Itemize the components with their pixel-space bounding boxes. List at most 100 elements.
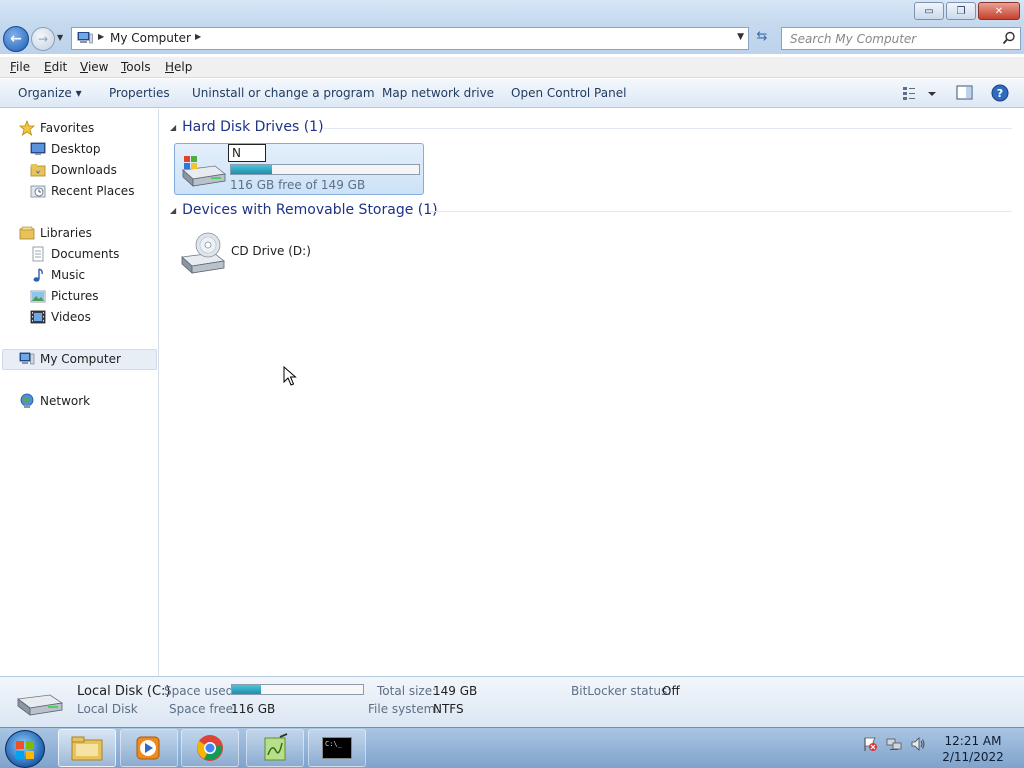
taskbar-media-player-button[interactable] (120, 729, 178, 767)
space-free-value: 116 GB (231, 702, 276, 716)
collapse-triangle-icon[interactable]: ◢ (170, 123, 176, 132)
media-player-icon (136, 736, 160, 760)
nav-item-music[interactable]: Music (30, 265, 85, 285)
collapse-triangle-icon[interactable]: ◢ (170, 206, 176, 215)
system-tray (862, 736, 926, 752)
taskbar-explorer-button[interactable] (58, 729, 116, 767)
taskbar: C:\_ 12:21 AM 2/11/2022 (0, 727, 1024, 768)
nav-item-documents[interactable]: Documents (30, 244, 119, 264)
network-icon (20, 393, 34, 408)
address-history-dropdown-icon[interactable]: ▼ (737, 32, 744, 42)
menu-file[interactable]: File (10, 60, 30, 74)
group-divider (322, 128, 1012, 129)
taskbar-notepadpp-button[interactable] (246, 729, 304, 767)
nav-item-my-computer[interactable]: My Computer (19, 349, 121, 369)
back-button[interactable]: ← (3, 26, 29, 52)
navigation-pane: Favorites Desktop Downloads Recent Place… (0, 109, 159, 676)
notepad-plus-plus-icon (264, 733, 288, 761)
command-bar: Organize ▾ Properties Uninstall or chang… (0, 79, 1024, 108)
total-size-label: Total size: (377, 684, 437, 698)
clock-time: 12:21 AM (944, 734, 1002, 748)
drive-usage-bar (230, 164, 420, 175)
content-pane: ◢ Hard Disk Drives (1) N 116 GB free of … (160, 109, 1024, 676)
close-button[interactable]: ✕ (978, 2, 1020, 20)
details-pane: Local Disk (C:) Local Disk Space used: S… (0, 676, 1024, 727)
folder-icon (71, 736, 103, 761)
nav-item-favorites[interactable]: Favorites (19, 118, 94, 138)
action-center-flag-icon[interactable] (862, 736, 878, 752)
documents-icon (32, 246, 44, 262)
libraries-icon (19, 226, 35, 240)
preview-pane-icon[interactable] (956, 85, 974, 101)
menu-edit[interactable]: Edit (44, 60, 67, 74)
refresh-icon[interactable]: ⇆ (751, 29, 773, 49)
breadcrumb-my-computer[interactable]: My Computer (110, 31, 191, 45)
star-icon (19, 120, 35, 136)
properties-button[interactable]: Properties (109, 86, 170, 100)
group-header-removable-storage[interactable]: ◢ Devices with Removable Storage (1) (170, 202, 438, 218)
space-free-label: Space free: (169, 702, 238, 716)
open-control-panel-button[interactable]: Open Control Panel (511, 86, 626, 100)
nav-item-libraries[interactable]: Libraries (19, 223, 92, 243)
start-button[interactable] (5, 730, 45, 768)
drive-tile-cd-drive-d[interactable]: CD Drive (D:) (174, 227, 424, 279)
mouse-cursor-icon (283, 366, 297, 386)
drive-rename-input[interactable]: N (228, 144, 266, 162)
breadcrumb-separator-icon[interactable]: ▶ (195, 32, 201, 41)
volume-icon[interactable] (910, 736, 926, 752)
hard-drive-icon (182, 156, 226, 187)
recent-places-icon (30, 185, 46, 198)
clock-date: 2/11/2022 (942, 750, 1004, 764)
bitlocker-value: Off (662, 684, 680, 698)
back-arrow-icon: ← (10, 31, 22, 47)
uninstall-program-button[interactable]: Uninstall or change a program (192, 86, 375, 100)
taskbar-chrome-button[interactable] (181, 729, 239, 767)
nav-item-desktop[interactable]: Desktop (30, 139, 101, 159)
breadcrumb-separator-icon[interactable]: ▶ (98, 32, 104, 41)
nav-item-network[interactable]: Network (19, 391, 90, 411)
drive-usage-fill (231, 165, 273, 174)
menu-bar: File Edit View Tools Help (0, 57, 1024, 78)
file-system-value: NTFS (433, 702, 464, 716)
cd-drive-label: CD Drive (D:) (231, 244, 311, 258)
menu-view[interactable]: View (80, 60, 108, 74)
organize-button[interactable]: Organize ▾ (18, 86, 82, 100)
address-bar[interactable]: ▶ My Computer ▶ ▼ (71, 27, 749, 50)
change-view-icon[interactable] (901, 85, 939, 101)
bitlocker-label: BitLocker status: (571, 684, 672, 698)
search-icon[interactable] (1002, 31, 1016, 45)
title-bar: ▭ ❐ ✕ (0, 0, 1024, 24)
maximize-button[interactable]: ❐ (946, 2, 976, 20)
minimize-button[interactable]: ▭ (914, 2, 944, 20)
nav-item-pictures[interactable]: Pictures (30, 286, 99, 306)
desktop-icon (30, 142, 46, 155)
videos-icon (30, 310, 46, 324)
map-network-drive-button[interactable]: Map network drive (382, 86, 494, 100)
window-controls: ▭ ❐ ✕ (914, 2, 1020, 20)
pictures-icon (30, 290, 46, 303)
menu-help[interactable]: Help (165, 60, 192, 74)
hard-drive-icon (16, 694, 64, 716)
total-size-value: 149 GB (433, 684, 478, 698)
menu-tools[interactable]: Tools (121, 60, 151, 74)
taskbar-cmd-button[interactable]: C:\_ (308, 729, 366, 767)
computer-icon (77, 32, 93, 44)
recent-pages-dropdown-icon[interactable]: ▼ (57, 33, 63, 42)
taskbar-clock[interactable]: 12:21 AM 2/11/2022 (940, 733, 1006, 765)
nav-item-recent-places[interactable]: Recent Places (30, 181, 134, 201)
file-system-label: File system: (368, 702, 440, 716)
windows-logo-icon (16, 741, 34, 759)
forward-button[interactable]: → (31, 27, 55, 51)
nav-item-videos[interactable]: Videos (30, 307, 91, 327)
details-usage-bar (231, 684, 364, 695)
group-header-hard-disk-drives[interactable]: ◢ Hard Disk Drives (1) (170, 119, 324, 135)
svg-text:?: ? (997, 87, 1003, 100)
group-divider (430, 211, 1012, 212)
details-drive-type: Local Disk (77, 702, 138, 716)
network-tray-icon[interactable] (886, 736, 902, 752)
search-input[interactable]: Search My Computer (781, 27, 1021, 50)
nav-item-downloads[interactable]: Downloads (30, 160, 117, 180)
cd-drive-icon (181, 232, 225, 274)
drive-tile-local-disk-c[interactable]: N 116 GB free of 149 GB (174, 143, 424, 195)
help-icon[interactable]: ? (991, 84, 1009, 102)
